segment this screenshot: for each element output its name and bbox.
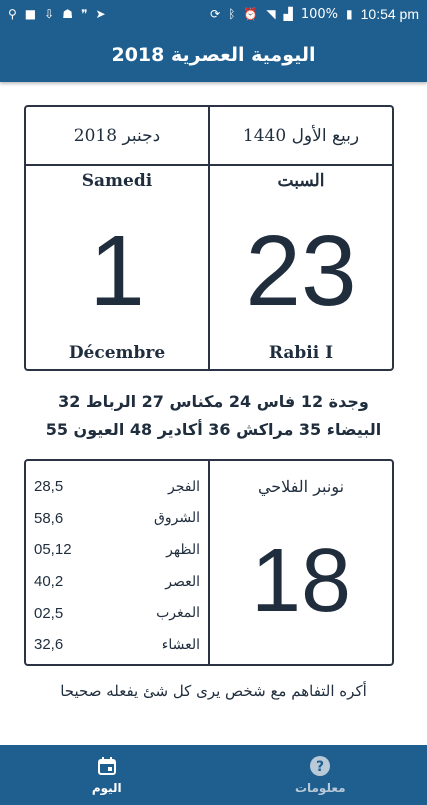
app-title: اليومية العصرية 2018 [111, 44, 316, 66]
hijri-day-name: السبت [277, 171, 325, 191]
prayer-time: 32,6 [34, 636, 64, 654]
city-offsets-line-1: وجدة 12 فاس 24 مكناس 27 الرباط 32 [58, 392, 369, 411]
app-bar: اليومية العصرية 2018 [0, 28, 427, 82]
city-offsets-line-2: البيضاء 35 مراكش 36 أكادير 48 العيون 55 [45, 420, 382, 439]
row-divider [26, 164, 392, 166]
download-icon: ⇩ [44, 7, 55, 21]
clock: 10:54 pm [360, 6, 419, 22]
prayer-time: 28,5 [34, 478, 64, 496]
gregorian-month-header: دجنبر 2018 [73, 125, 161, 146]
prayer-name: المغرب [156, 605, 200, 622]
nav-today-button[interactable]: اليوم [0, 745, 214, 805]
nav-info-label: معلومات [294, 781, 346, 795]
prayer-row-fajr: 28,5 الفجر [34, 471, 200, 503]
prayer-row-isha: 32,6 العشاء [34, 629, 200, 661]
prayer-name: الظهر [166, 541, 200, 558]
nav-today-label: اليوم [91, 781, 122, 795]
svg-text:?: ? [316, 759, 324, 775]
prayer-row-asr: 40,2 العصر [34, 566, 200, 598]
status-bar-left: ⚲ ■ ⇩ ☗ ❞ ➤ [8, 8, 106, 20]
battery-percent: 100% [300, 6, 339, 22]
calendar-icon [96, 755, 118, 777]
prayer-time: 05,12 [34, 541, 72, 559]
prayer-times-list: 28,5 الفجر 58,6 الشروق 05,12 الظهر 40,2 … [34, 471, 200, 661]
prayer-name: العشاء [161, 636, 200, 653]
gregorian-month-name: Décembre [68, 343, 166, 363]
usb-icon: ⚲ [8, 7, 17, 21]
gregorian-day-name: Samedi [81, 171, 153, 191]
prayer-time: 02,5 [34, 604, 64, 622]
alarm-icon: ⏰ [243, 7, 259, 21]
city-offsets: وجدة 12 فاس 24 مكناس 27 الرباط 32 البيضا… [20, 388, 407, 444]
hijri-day-number: 23 [245, 215, 357, 327]
hijri-month-name: Rabii I [268, 343, 334, 363]
quote-icon: ❞ [80, 7, 88, 21]
status-bar-right: ⟳ ᛒ ⏰ ◥ ▟ 100% ▮ 10:54 pm [210, 6, 419, 22]
date-card: دجنبر 2018 ربيع الأول 1440 Samedi السبت … [24, 105, 394, 371]
gregorian-day-number: 1 [89, 215, 145, 327]
prayer-row-dhuhr: 05,12 الظهر [34, 534, 200, 566]
prayer-time: 40,2 [34, 573, 64, 591]
agricultural-month: نونبر الفلاحي [257, 477, 345, 496]
prayer-card: 28,5 الفجر 58,6 الشروق 05,12 الظهر 40,2 … [24, 459, 394, 666]
prayer-name: الشروق [154, 510, 200, 527]
nav-info-button[interactable]: ? معلومات [214, 745, 427, 805]
bottom-navigation: اليوم ? معلومات [0, 745, 427, 805]
bluetooth-icon: ᛒ [228, 7, 236, 21]
hijri-month-header: ربيع الأول 1440 [242, 125, 360, 146]
signal-icon: ▟ [283, 7, 293, 21]
help-icon: ? [309, 755, 331, 777]
android-icon: ☗ [62, 7, 73, 21]
agricultural-day-number: 18 [250, 531, 352, 631]
sync-icon: ⟳ [210, 7, 221, 21]
prayer-row-shuruq: 58,6 الشروق [34, 503, 200, 535]
prayer-name: العصر [165, 573, 200, 590]
status-bar: ⚲ ■ ⇩ ☗ ❞ ➤ ⟳ ᛒ ⏰ ◥ ▟ 100% ▮ 10:54 pm [0, 0, 427, 28]
battery-icon: ▮ [346, 7, 353, 21]
video-icon: ■ [24, 7, 37, 21]
send-icon: ➤ [95, 7, 106, 21]
prayer-name: الفجر [168, 478, 200, 495]
wifi-icon: ◥ [266, 7, 276, 21]
prayer-time: 58,6 [34, 509, 64, 527]
prayer-row-maghrib: 02,5 المغرب [34, 597, 200, 629]
daily-quote: أكره التفاهم مع شخص يرى كل شئ يفعله صحيح… [60, 682, 367, 700]
